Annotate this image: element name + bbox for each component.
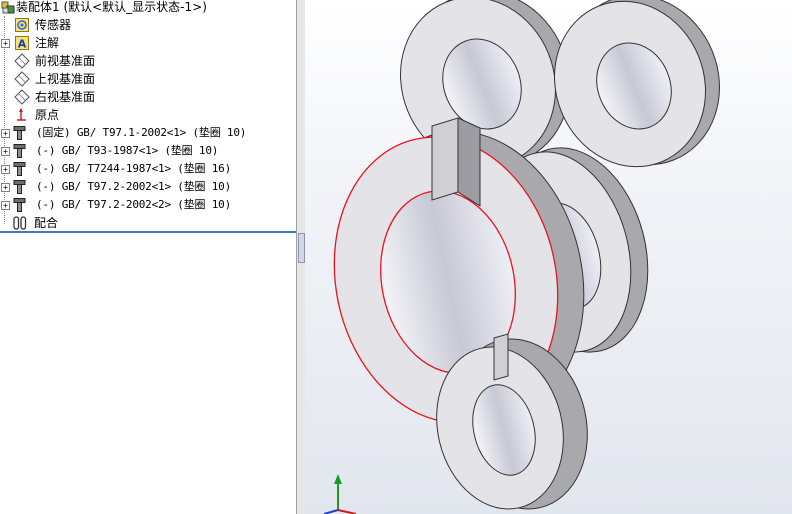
- tree-item-mates[interactable]: 配合: [0, 214, 296, 232]
- model-canvas: [323, 0, 720, 514]
- origin-icon: [17, 108, 26, 121]
- tree-item-part[interactable]: + (固定) GB/ T97.1-2002<1> (垫圈 10): [0, 124, 296, 142]
- tree-item-label: (固定) GB/ T97.1-2002<1> (垫圈 10): [36, 126, 247, 139]
- expand-toggle[interactable]: +: [1, 147, 10, 156]
- tree-item-front-plane[interactable]: 前视基准面: [0, 52, 296, 70]
- tree-item-label: (-) GB/ T7244-1987<1> (垫圈 16): [36, 162, 232, 175]
- annotation-icon: A: [15, 36, 29, 51]
- graphics-viewport[interactable]: [305, 0, 792, 514]
- expand-toggle[interactable]: +: [1, 129, 10, 138]
- part-icon: [13, 162, 26, 176]
- tree-item-label: 配合: [34, 216, 59, 230]
- part-icon: [13, 126, 26, 140]
- assembly-icon: [1, 1, 15, 14]
- plane-icon: [14, 71, 30, 87]
- tree-item-label: 原点: [35, 108, 60, 122]
- tree-item-label: 注解: [35, 36, 60, 50]
- expand-toggle[interactable]: +: [1, 183, 10, 192]
- plane-icon: [14, 89, 30, 105]
- tree-empty-area: [0, 233, 296, 514]
- plane-icon: [14, 53, 30, 69]
- tree-item-part[interactable]: + (-) GB/ T7244-1987<1> (垫圈 16): [0, 160, 296, 178]
- tree-item-origin[interactable]: 原点: [0, 106, 296, 124]
- tree-item-sensors[interactable]: 传感器: [0, 16, 296, 34]
- part-icon: [13, 198, 26, 212]
- sensor-icon: [15, 18, 29, 32]
- part-icon: [13, 144, 26, 158]
- tree-item-part[interactable]: + (-) GB/ T97.2-2002<1> (垫圈 10): [0, 178, 296, 196]
- splitter-grip-icon[interactable]: [298, 233, 305, 263]
- expand-toggle[interactable]: +: [1, 39, 10, 48]
- view-triad: [323, 474, 357, 514]
- svg-text:A: A: [18, 38, 27, 51]
- tree-item-label: 传感器: [35, 18, 72, 32]
- tree-item-label: (-) GB/ T93-1987<1> (垫圈 10): [36, 144, 219, 157]
- tree-item-part[interactable]: + (-) GB/ T93-1987<1> (垫圈 10): [0, 142, 296, 160]
- tree-item-right-plane[interactable]: 右视基准面: [0, 88, 296, 106]
- part-icon: [13, 180, 26, 194]
- tree-item-label: 右视基准面: [35, 90, 96, 104]
- tree-item-annotations[interactable]: + A 注解: [0, 34, 296, 52]
- mates-icon: [13, 216, 27, 230]
- feature-manager-tree: 装配体1 (默认<默认_显示状态-1>) 传感器 + A 注解 前视基准面 上视…: [0, 0, 297, 514]
- tree-item-label: (-) GB/ T97.2-2002<1> (垫圈 10): [36, 180, 232, 193]
- tree-item-label: (-) GB/ T97.2-2002<2> (垫圈 10): [36, 198, 232, 211]
- tree-item-top-plane[interactable]: 上视基准面: [0, 70, 296, 88]
- tree-root-assembly[interactable]: 装配体1 (默认<默认_显示状态-1>): [0, 0, 296, 16]
- tree-item-part[interactable]: + (-) GB/ T97.2-2002<2> (垫圈 10): [0, 196, 296, 214]
- tree-root-label: 装配体1 (默认<默认_显示状态-1>): [16, 0, 207, 14]
- expand-toggle[interactable]: +: [1, 201, 10, 210]
- tree-item-label: 前视基准面: [35, 54, 96, 68]
- expand-toggle[interactable]: +: [1, 165, 10, 174]
- tree-item-label: 上视基准面: [35, 72, 96, 86]
